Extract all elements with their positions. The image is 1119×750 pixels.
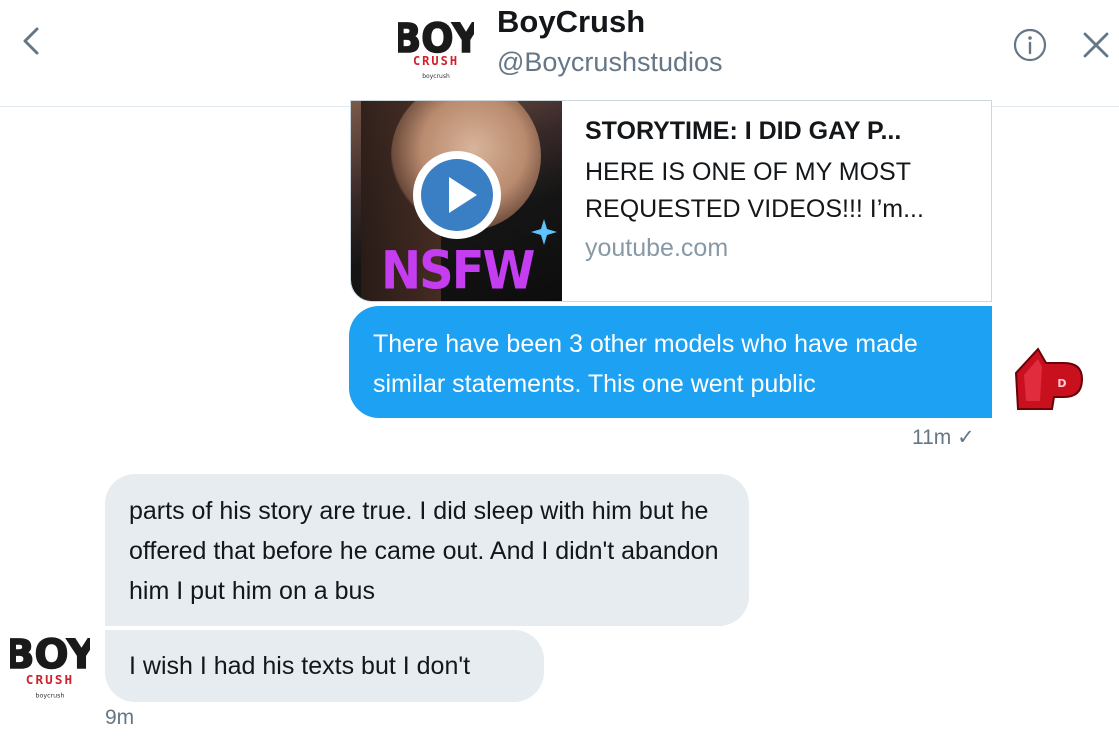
sender-avatar[interactable]: D xyxy=(1008,345,1088,415)
link-preview-card[interactable]: NSFW STORYTIME: I DID GAY P... HERE IS O… xyxy=(350,100,992,302)
play-icon[interactable] xyxy=(411,149,503,241)
avatar-logo-text-small: boycrush xyxy=(36,693,65,700)
conversation-header: BOY CRUSH boycrush BoyCrush @Boycrushstu… xyxy=(0,0,1119,107)
close-icon[interactable] xyxy=(1081,30,1111,60)
svg-text:D: D xyxy=(1057,377,1066,390)
conversation-handle[interactable]: @Boycrushstudios xyxy=(497,47,723,78)
incoming-message[interactable]: I wish I had his texts but I don't xyxy=(105,630,544,702)
link-card-domain: youtube.com xyxy=(585,234,729,262)
conversation-name[interactable]: BoyCrush xyxy=(497,4,645,40)
link-card-text: STORYTIME: I DID GAY P... HERE IS ONE OF… xyxy=(585,117,975,263)
recipient-avatar[interactable]: BOY CRUSH boycrush xyxy=(10,624,90,704)
logo-text-small: boycrush xyxy=(422,73,450,80)
nsfw-label: NSFW xyxy=(381,240,535,301)
outgoing-message[interactable]: There have been 3 other models who have … xyxy=(349,306,992,418)
link-card-description: HERE IS ONE OF MY MOST REQUESTED VIDEOS!… xyxy=(585,158,924,223)
incoming-message[interactable]: parts of his story are true. I did sleep… xyxy=(105,474,749,626)
info-icon[interactable] xyxy=(1013,28,1047,62)
video-thumbnail[interactable]: NSFW xyxy=(351,101,562,301)
back-chevron-icon[interactable] xyxy=(18,26,48,56)
outgoing-timestamp: 11m ✓ xyxy=(912,426,975,449)
header-avatar[interactable]: BOY CRUSH boycrush xyxy=(398,8,474,84)
avatar-logo-text-crush: CRUSH xyxy=(26,672,75,687)
sparkle-icon xyxy=(531,219,557,245)
incoming-timestamp: 9m xyxy=(105,706,135,729)
link-card-title: STORYTIME: I DID GAY P... xyxy=(585,117,902,145)
logo-text-crush: CRUSH xyxy=(413,54,459,68)
